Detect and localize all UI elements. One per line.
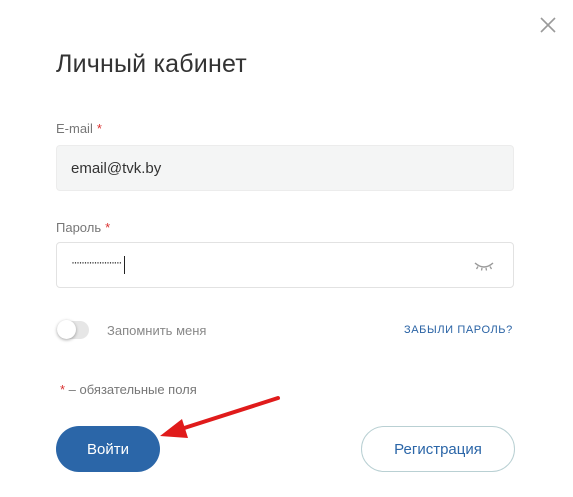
email-value: email@tvk.by: [71, 159, 162, 177]
password-masked-value: ····················: [71, 255, 122, 269]
close-icon: [540, 17, 556, 33]
email-label-text: E-mail: [56, 121, 93, 136]
required-note-text: – обязательные поля: [65, 382, 197, 397]
password-label-text: Пароль: [56, 220, 102, 235]
text-caret: [123, 256, 125, 274]
email-field[interactable]: email@tvk.by: [56, 145, 514, 191]
modal-title: Личный кабинет: [56, 50, 247, 78]
required-mark: *: [105, 220, 111, 235]
required-mark: *: [96, 121, 102, 136]
red-arrow-annotation: [160, 396, 280, 438]
remember-me-toggle[interactable]: [57, 320, 89, 339]
toggle-knob: [57, 320, 76, 339]
show-password-button[interactable]: [473, 259, 495, 273]
password-label: Пароль *: [56, 220, 110, 235]
remember-me-label: Запомнить меня: [107, 323, 207, 338]
register-button[interactable]: Регистрация: [361, 426, 515, 472]
password-field[interactable]: ····················: [56, 242, 514, 288]
login-button[interactable]: Войти: [56, 426, 160, 472]
forgot-password-link[interactable]: ЗАБЫЛИ ПАРОЛЬ?: [404, 324, 513, 336]
required-fields-note: * – обязательные поля: [60, 382, 197, 397]
email-label: E-mail *: [56, 121, 102, 136]
close-button[interactable]: [538, 15, 558, 35]
login-modal: Личный кабинет E-mail * email@tvk.by Паро…: [0, 0, 573, 497]
eye-closed-icon: [474, 262, 494, 271]
